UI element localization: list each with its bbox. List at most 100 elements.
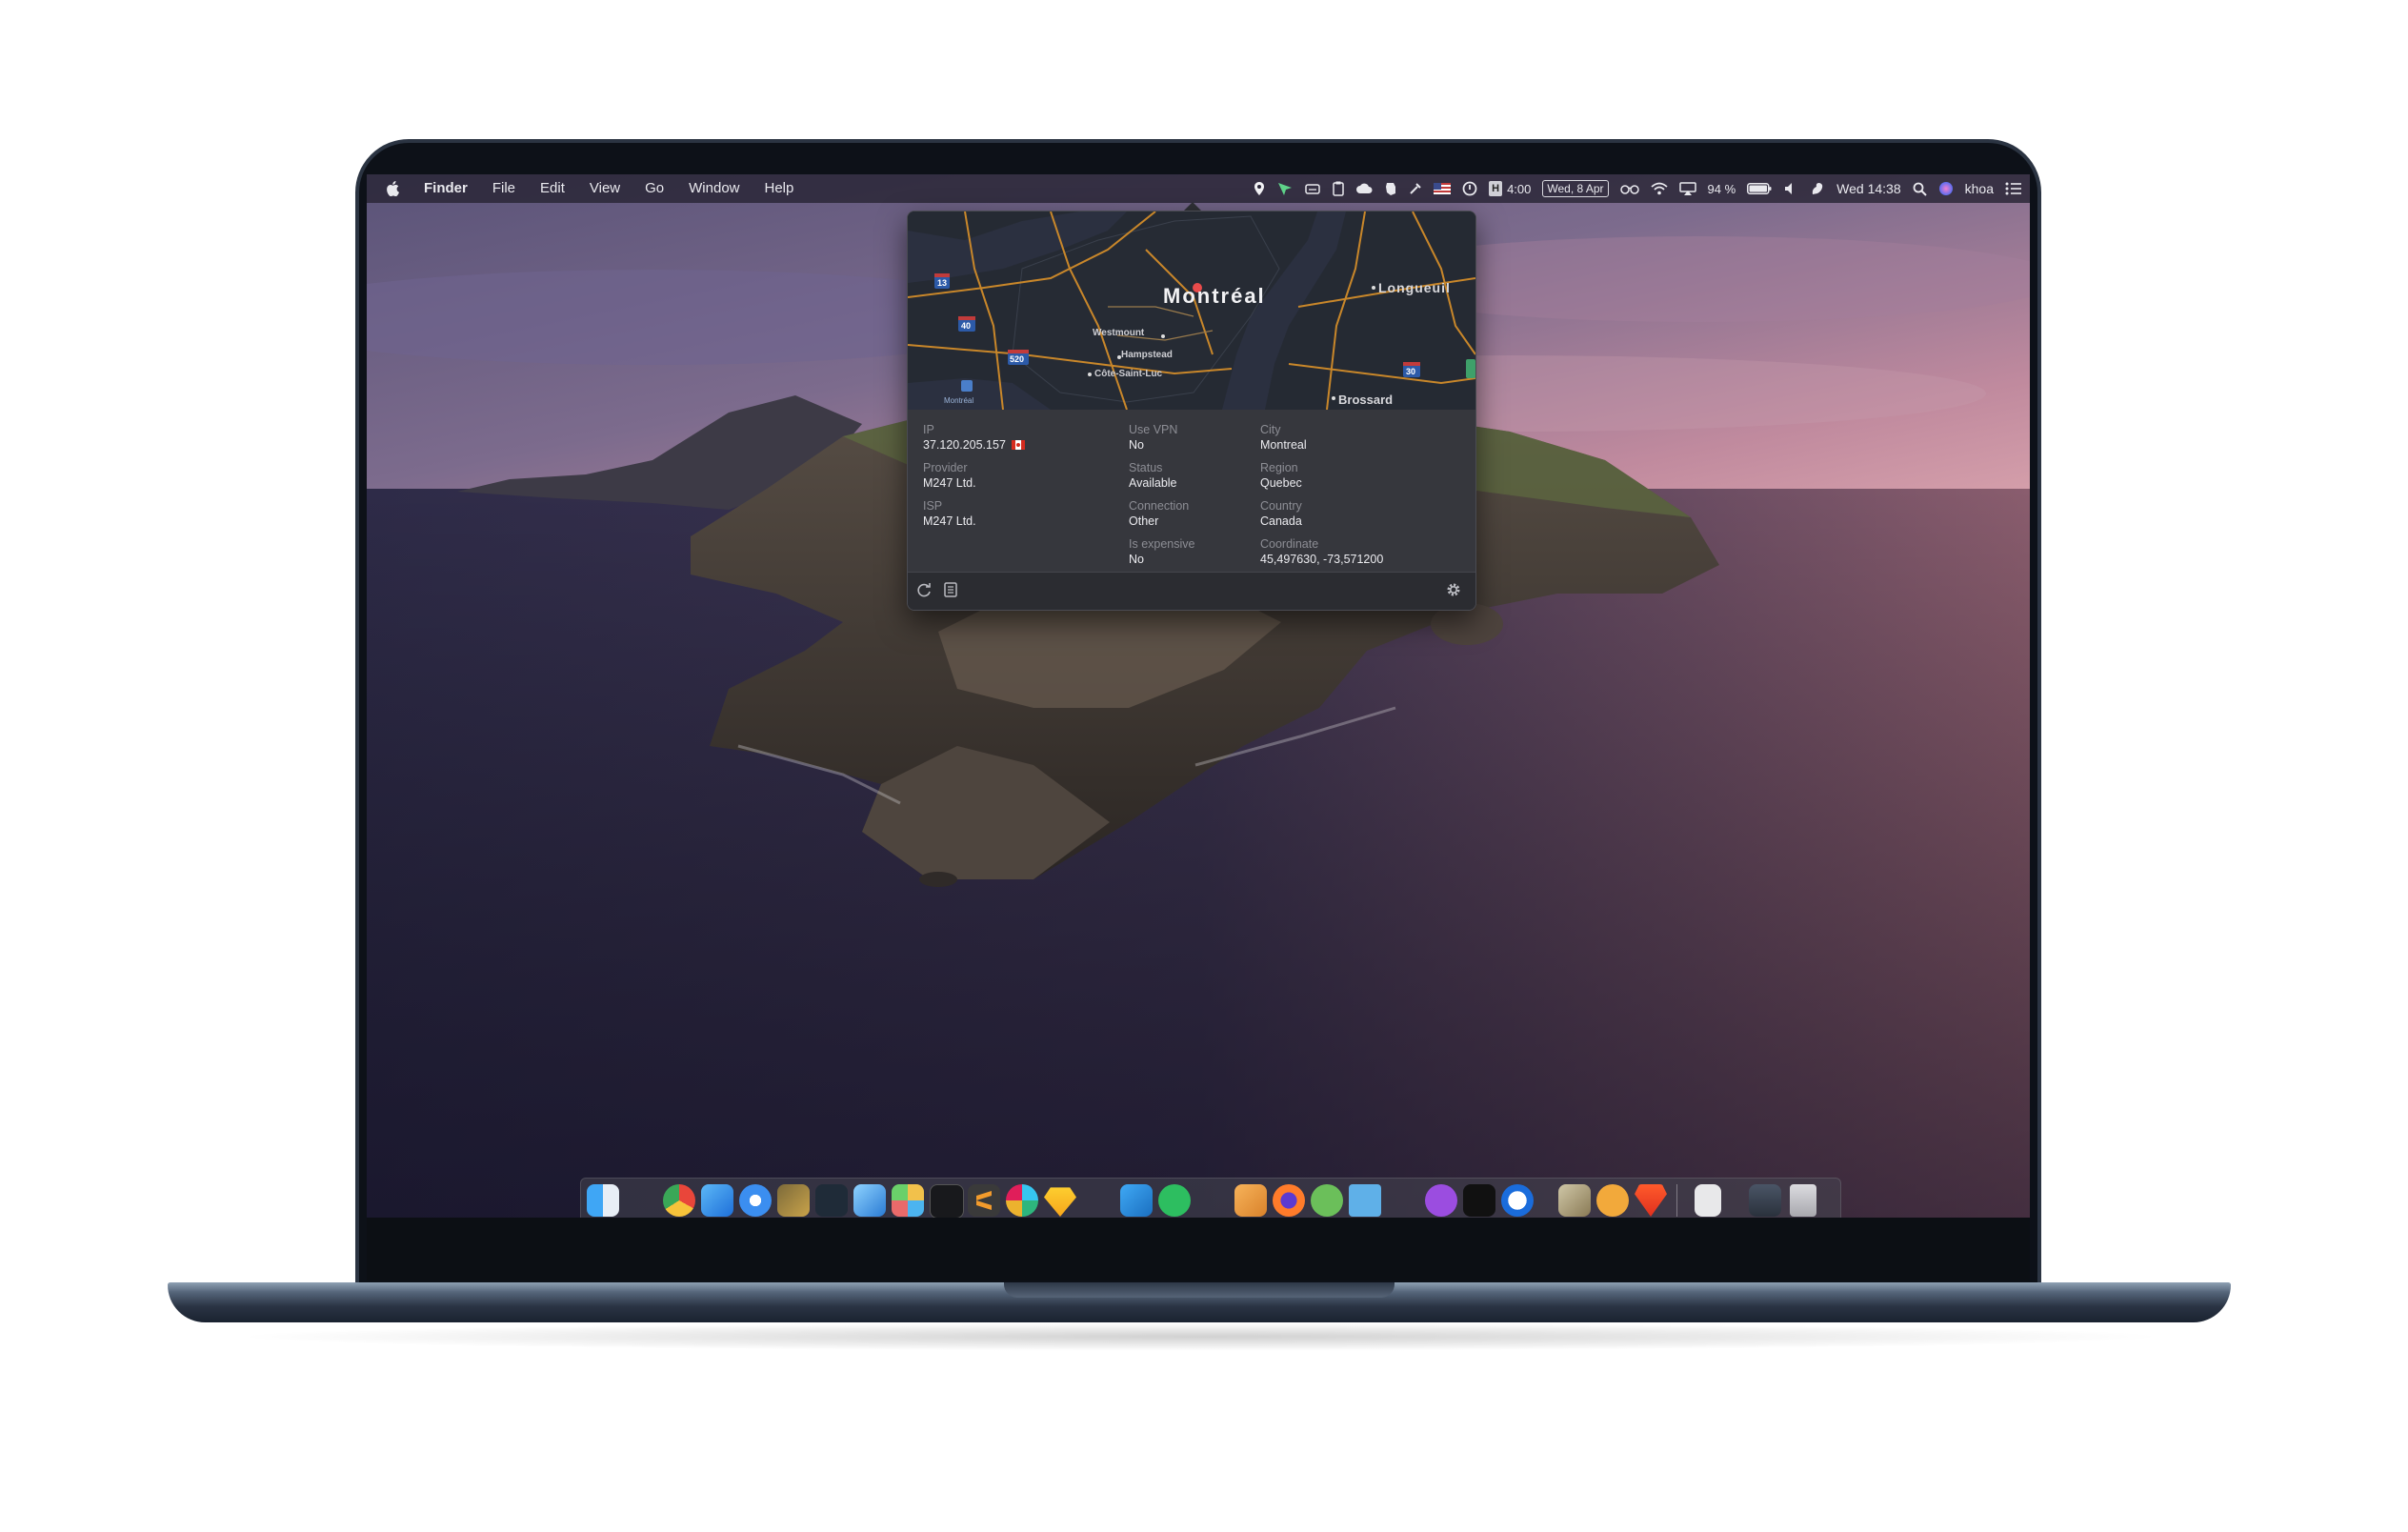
ip-value[interactable]: 37.120.205.157 — [923, 438, 1006, 452]
city-label: City — [1260, 423, 1281, 436]
refresh-button[interactable] — [913, 581, 934, 602]
apple-menu-icon[interactable] — [367, 181, 411, 196]
chrome-icon[interactable] — [663, 1184, 695, 1217]
evernote-icon[interactable] — [1158, 1184, 1191, 1217]
screen-capture-icon[interactable] — [1749, 1184, 1781, 1217]
squirrel-icon[interactable] — [1810, 181, 1825, 196]
menu-app-name[interactable]: Finder — [411, 174, 480, 203]
connection-label: Connection — [1129, 499, 1190, 513]
laptop-shadow — [229, 1322, 2172, 1351]
popover-footer — [908, 572, 1475, 610]
city-field: City Montreal — [1260, 423, 1307, 453]
route-40-label: 40 — [961, 321, 972, 331]
send-arrow-icon[interactable] — [1277, 181, 1293, 196]
timer-value: 4:00 — [1507, 181, 1532, 196]
ip-info-popover: Montréal Longueuil Westmount Hampstead C… — [907, 211, 1476, 611]
expensive-field: Is expensive No — [1129, 537, 1194, 567]
expensive-value: No — [1129, 553, 1144, 566]
sketch-icon[interactable] — [1044, 1187, 1076, 1217]
firefox-icon[interactable] — [1273, 1184, 1305, 1217]
provider-field: Provider M247 Ltd. — [923, 461, 976, 491]
slack-icon[interactable] — [1006, 1184, 1038, 1217]
terminal-icon[interactable] — [930, 1184, 964, 1218]
location-pin-icon[interactable] — [1253, 181, 1266, 196]
safari-icon[interactable] — [739, 1184, 772, 1217]
clipboard-icon[interactable] — [1333, 181, 1344, 196]
sublime-text-icon[interactable] — [968, 1184, 1000, 1217]
volume-icon[interactable] — [1783, 182, 1798, 195]
menu-file[interactable]: File — [480, 174, 528, 203]
coordinate-field: Coordinate 45,497630, -73,571200 — [1260, 537, 1383, 567]
route-30-label: 30 — [1406, 367, 1416, 376]
list-document-icon — [944, 582, 957, 597]
map-label-brossard: Brossard — [1338, 393, 1394, 407]
provider-value: M247 Ltd. — [923, 476, 976, 490]
timer-widget[interactable]: H 4:00 — [1489, 181, 1531, 196]
hammer-tool-icon[interactable] — [777, 1184, 810, 1217]
power-circle-icon[interactable] — [1462, 181, 1477, 196]
isp-field: ISP M247 Ltd. — [923, 499, 976, 529]
wifi-icon[interactable] — [1650, 182, 1668, 195]
location-map[interactable] — [908, 212, 1475, 410]
menu-view[interactable]: View — [577, 174, 632, 203]
date-pill[interactable]: Wed, 8 Apr — [1542, 180, 1609, 197]
country-value: Canada — [1260, 514, 1302, 528]
map-label-westmount: Westmount — [1093, 328, 1145, 338]
cloud-sync-icon[interactable] — [1355, 182, 1373, 195]
prompt-terminal-icon[interactable] — [815, 1184, 848, 1217]
connection-field: Connection Other — [1129, 499, 1189, 529]
siri-icon[interactable] — [1938, 181, 1954, 196]
menu-help[interactable]: Help — [752, 174, 807, 203]
ip-label: IP — [923, 423, 934, 436]
apple-tv-icon[interactable] — [1463, 1184, 1495, 1217]
simulator-icon[interactable] — [853, 1184, 886, 1217]
log-button[interactable] — [940, 581, 961, 602]
menu-edit[interactable]: Edit — [528, 174, 577, 203]
podcasts-icon[interactable] — [1425, 1184, 1457, 1217]
mosaic-app-icon[interactable] — [892, 1184, 924, 1217]
settings-button[interactable] — [1443, 581, 1464, 602]
airplay-icon[interactable] — [1678, 182, 1696, 195]
us-flag-icon[interactable] — [1434, 183, 1452, 194]
glasses-icon[interactable] — [1619, 183, 1639, 194]
menu-go[interactable]: Go — [632, 174, 676, 203]
vpn-value: No — [1129, 438, 1144, 452]
xcode-icon[interactable] — [701, 1184, 733, 1217]
isp-label: ISP — [923, 499, 943, 513]
map-label-hampstead: Hampstead — [1121, 350, 1173, 360]
folder-icon[interactable] — [1349, 1184, 1381, 1217]
android-studio-icon[interactable] — [1311, 1184, 1343, 1217]
brave-icon[interactable] — [1635, 1184, 1667, 1217]
finder-icon[interactable] — [587, 1184, 619, 1217]
user-name[interactable]: khoa — [1965, 181, 1994, 196]
status-label: Status — [1129, 461, 1163, 474]
trash-icon[interactable] — [1790, 1184, 1816, 1217]
route-520-label: 520 — [1010, 354, 1025, 364]
country-field: Country Canada — [1260, 499, 1302, 529]
document-icon[interactable] — [1695, 1184, 1721, 1217]
battery-percent[interactable]: 94 % — [1708, 182, 1736, 196]
battery-icon[interactable] — [1747, 183, 1772, 194]
eyedropper-icon[interactable] — [1409, 182, 1422, 195]
region-value: Quebec — [1260, 476, 1302, 490]
refresh-icon — [917, 583, 931, 597]
city-value: Montreal — [1260, 438, 1307, 452]
status-field: Status Available — [1129, 461, 1177, 491]
keychain-icon[interactable] — [1558, 1184, 1591, 1217]
menubar-clock[interactable]: Wed 14:38 — [1836, 181, 1900, 196]
1password-icon[interactable] — [1501, 1184, 1534, 1217]
elephant-icon[interactable] — [1384, 181, 1397, 196]
spotlight-search-icon[interactable] — [1913, 182, 1927, 196]
vscode-icon[interactable] — [1120, 1184, 1153, 1217]
map-label-montreal: Montréal — [1163, 284, 1266, 308]
coordinate-value[interactable]: 45,497630, -73,571200 — [1260, 552, 1383, 567]
coordinate-label: Coordinate — [1260, 537, 1319, 551]
menu-window[interactable]: Window — [676, 174, 752, 203]
canada-flag-icon — [1011, 440, 1025, 450]
burger-app-icon[interactable] — [1596, 1184, 1629, 1217]
vpn-field: Use VPN No — [1129, 423, 1177, 453]
fish-app-icon[interactable] — [1234, 1184, 1267, 1217]
cloud-drive-icon[interactable] — [1304, 182, 1321, 195]
isp-value: M247 Ltd. — [923, 514, 976, 528]
notification-center-icon[interactable] — [2005, 182, 2022, 195]
